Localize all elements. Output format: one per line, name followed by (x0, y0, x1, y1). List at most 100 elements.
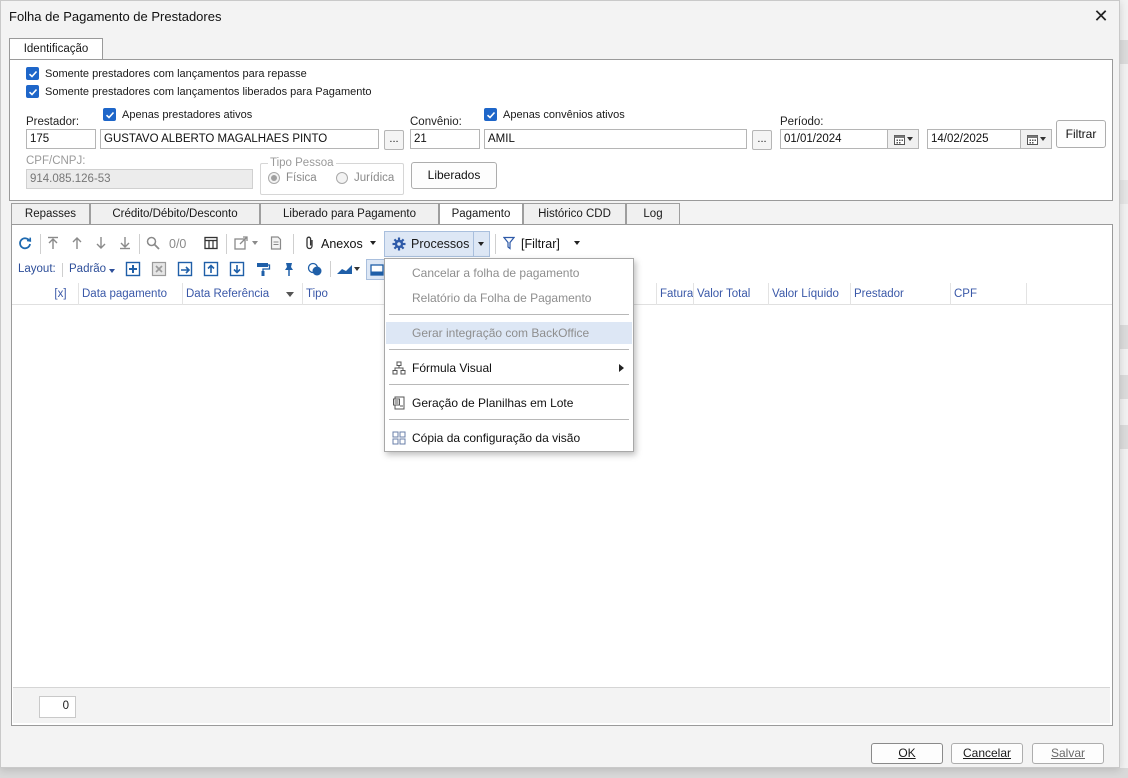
chevron-down-icon[interactable] (354, 267, 360, 271)
convenio-name-field[interactable]: AMIL (484, 129, 747, 149)
anexos-button[interactable]: Anexos (321, 237, 363, 251)
row-count: 0 (39, 696, 76, 718)
tab-historico-cdd[interactable]: Histórico CDD (523, 203, 626, 225)
menu-item-geracao-planilhas[interactable]: Geração de Planilhas em Lote (386, 392, 632, 414)
filtrar-button[interactable]: Filtrar (1056, 120, 1106, 148)
chevron-down-icon[interactable] (109, 269, 115, 273)
calendar-dropdown-button[interactable] (1020, 129, 1052, 149)
add-layout-icon[interactable] (125, 261, 141, 277)
radio-juridica-label: Jurídica (354, 172, 395, 184)
paint-roller-icon[interactable] (255, 261, 271, 277)
first-record-icon[interactable] (44, 234, 62, 252)
col-valor-total[interactable]: Valor Total (693, 283, 768, 305)
tab-repasses[interactable]: Repasses (11, 203, 90, 225)
col-cpf[interactable]: CPF (950, 283, 1026, 305)
menu-separator (389, 419, 629, 420)
tab-liberado-pagamento[interactable]: Liberado para Pagamento (260, 203, 439, 225)
close-icon[interactable]: ✕ (1089, 5, 1113, 29)
pin-icon[interactable] (281, 261, 297, 277)
next-record-icon[interactable] (92, 234, 110, 252)
convenio-code-field[interactable]: 21 (410, 129, 480, 149)
rename-layout-icon[interactable] (177, 261, 193, 277)
download-layout-icon[interactable] (229, 261, 245, 277)
chevron-down-icon[interactable] (572, 234, 582, 252)
gear-icon (392, 237, 406, 254)
shapes-icon[interactable] (307, 261, 323, 277)
submenu-arrow-icon (619, 364, 624, 372)
calendar-icon (1026, 134, 1038, 145)
window-title: Folha de Pagamento de Prestadores (9, 9, 222, 24)
col-prestador[interactable]: Prestador (850, 283, 950, 305)
menu-item-relatorio-folha[interactable]: Relatório da Folha de Pagamento (386, 287, 632, 309)
col-select-all[interactable]: [x] (40, 283, 78, 305)
check-apenas-prestadores-ativos[interactable]: Apenas prestadores ativos (103, 108, 252, 121)
tab-credito-debito[interactable]: Crédito/Débito/Desconto (90, 203, 260, 225)
ok-label: OK (898, 746, 916, 760)
col-valor-liquido[interactable]: Valor Líquido (768, 283, 850, 305)
menu-separator (389, 384, 629, 385)
chevron-down-icon (1039, 137, 1046, 141)
filter-funnel-icon[interactable] (500, 234, 518, 252)
radio-fisica-label: Física (286, 172, 317, 184)
delete-layout-icon[interactable] (151, 261, 167, 277)
cancel-label: Cancelar (962, 746, 1012, 760)
ok-button[interactable]: OK (871, 743, 943, 764)
layout-label: Layout: (18, 263, 56, 275)
save-label: Salvar (1050, 746, 1085, 760)
save-button[interactable]: Salvar (1032, 743, 1104, 764)
last-record-icon[interactable] (116, 234, 134, 252)
refresh-icon[interactable] (16, 234, 34, 252)
tab-pagamento[interactable]: Pagamento (439, 203, 523, 226)
chevron-down-icon[interactable] (368, 234, 378, 252)
periodo-label: Período: (780, 116, 824, 128)
layout-select[interactable]: Padrão (69, 263, 106, 275)
col-data-pagamento[interactable]: Data pagamento (78, 283, 182, 305)
calendar-dropdown-button[interactable] (887, 129, 919, 149)
radio-fisica[interactable]: Física (268, 172, 317, 184)
prestador-lookup-button[interactable]: ... (384, 130, 404, 150)
periodo-fim-field[interactable]: 14/02/2025 (927, 129, 1021, 149)
liberados-button[interactable]: Liberados (411, 162, 497, 189)
background-window-edge-bottom (0, 768, 1128, 778)
toolbar-separator (495, 234, 496, 254)
previous-record-icon[interactable] (68, 234, 86, 252)
background-window-edge (1120, 0, 1128, 778)
tab-identificacao[interactable]: Identificação (9, 38, 103, 60)
col-tipo[interactable]: Tipo (302, 283, 386, 305)
periodo-inicio-field[interactable]: 01/01/2024 (780, 129, 888, 149)
filtrar-toolbar-button[interactable]: [Filtrar] (521, 237, 560, 251)
tab-log[interactable]: Log (626, 203, 680, 225)
convenio-lookup-button[interactable]: ... (752, 130, 772, 150)
chart-icon[interactable] (336, 261, 356, 277)
calendar-icon (893, 134, 905, 145)
chevron-down-icon[interactable] (250, 234, 260, 252)
split-divider (473, 232, 474, 256)
document-icon[interactable] (267, 234, 285, 252)
chevron-down-icon[interactable] (478, 242, 484, 246)
col-fatura[interactable]: Fatura (656, 283, 693, 305)
check-apenas-convenios-ativos[interactable]: Apenas convênios ativos (484, 108, 625, 121)
processos-button[interactable]: Processos (384, 231, 490, 257)
processos-menu: Cancelar a folha de pagamento Relatório … (384, 258, 634, 452)
export-icon[interactable] (232, 234, 250, 252)
radio-juridica[interactable]: Jurídica (336, 172, 394, 184)
prestador-code-field[interactable]: 175 (26, 129, 96, 149)
prestador-name-field[interactable]: GUSTAVO ALBERTO MAGALHAES PINTO (100, 129, 379, 149)
grid-copy-icon (392, 431, 406, 445)
search-icon[interactable] (144, 234, 162, 252)
menu-item-formula-visual[interactable]: Fórmula Visual (386, 357, 632, 379)
paperclip-icon[interactable] (301, 234, 319, 252)
check-repasse[interactable]: Somente prestadores com lançamentos para… (26, 67, 307, 80)
radio-selected-icon (268, 172, 280, 184)
menu-item-gerar-integracao[interactable]: Gerar integração com BackOffice (386, 322, 632, 344)
cancel-button[interactable]: Cancelar (951, 743, 1023, 764)
check-liberados[interactable]: Somente prestadores com lançamentos libe… (26, 85, 372, 98)
sort-desc-icon[interactable] (286, 292, 294, 297)
grid-toolbar: 0/0 Anexos Processos [Filtrar] (12, 229, 1112, 257)
upload-layout-icon[interactable] (203, 261, 219, 277)
col-data-referencia[interactable]: Data Referência (182, 283, 302, 305)
columns-icon[interactable] (202, 234, 220, 252)
panel-icon (370, 264, 384, 276)
menu-item-copia-configuracao[interactable]: Cópia da configuração da visão (386, 427, 632, 449)
menu-item-cancelar-folha[interactable]: Cancelar a folha de pagamento (386, 262, 632, 284)
